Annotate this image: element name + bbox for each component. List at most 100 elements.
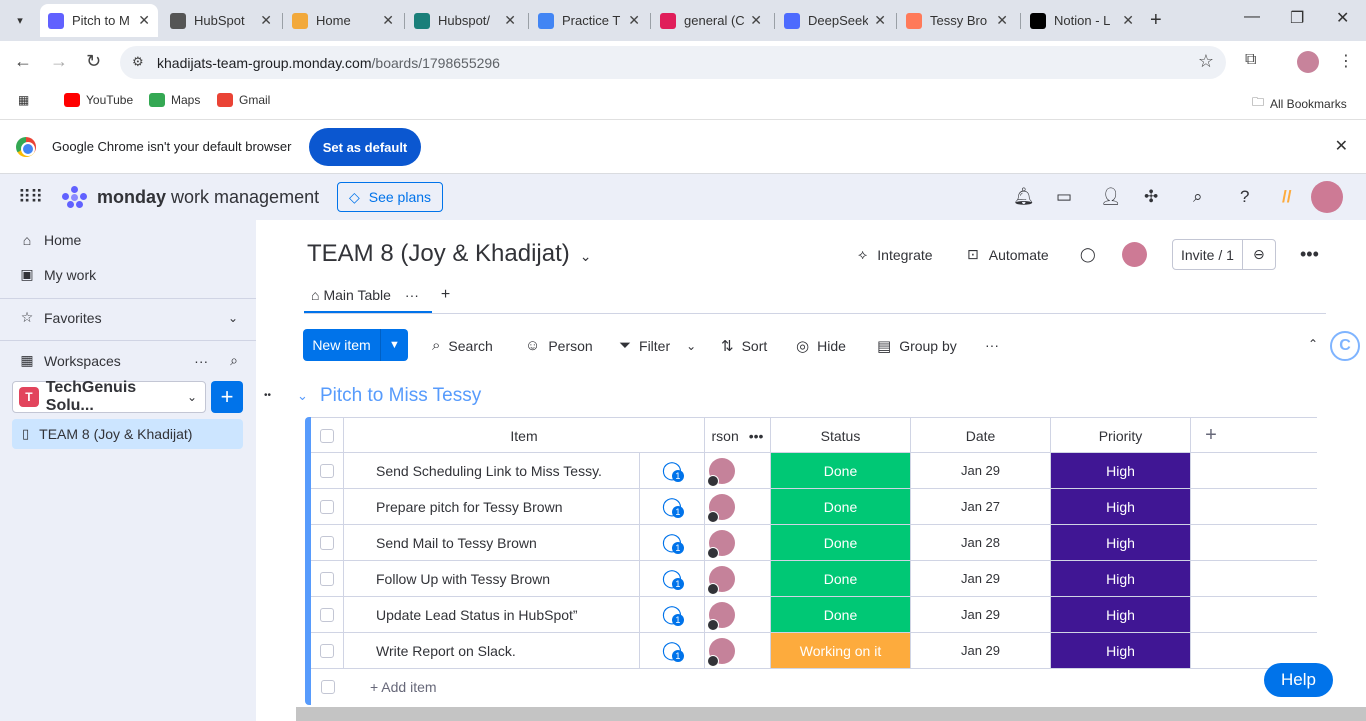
priority-cell[interactable]: High	[1051, 525, 1191, 560]
copy-link-icon[interactable]: ⊖	[1243, 246, 1275, 263]
help-question-icon[interactable]: ?	[1240, 187, 1249, 207]
monday-apps-icon[interactable]: //	[1282, 187, 1291, 207]
tab-close-icon[interactable]: ✕	[750, 12, 762, 29]
row-checkbox[interactable]	[320, 499, 334, 514]
window-close-icon[interactable]: ✕	[1336, 8, 1349, 28]
minimize-icon[interactable]: —	[1244, 8, 1260, 26]
integrations-puzzle-icon[interactable]: ✣	[1144, 187, 1158, 207]
search-button[interactable]: ⌕ Search	[432, 337, 493, 354]
chevron-down-icon[interactable]: ⌄	[686, 339, 696, 353]
group-by-button[interactable]: ▤ Group by	[877, 337, 957, 355]
sidebar-item-favorites[interactable]: ☆ Favorites ⌄	[18, 309, 238, 326]
date-cell[interactable]: Jan 29	[911, 453, 1051, 488]
tab-search-icon[interactable]: ▾	[8, 8, 32, 32]
chrome-profile-avatar[interactable]	[1297, 51, 1319, 73]
priority-cell[interactable]: High	[1051, 561, 1191, 596]
item-name-cell[interactable]: Send Scheduling Link to Miss Tessy.	[344, 453, 640, 488]
row-checkbox[interactable]	[320, 571, 334, 586]
help-button[interactable]: Help	[1264, 663, 1333, 697]
browser-tab[interactable]: Hubspot/ ✕	[406, 4, 524, 37]
bookmark-gmail[interactable]: Gmail	[217, 93, 270, 107]
person-filter-button[interactable]: ☺ Person	[525, 337, 593, 354]
group-title[interactable]: Pitch to Miss Tessy	[320, 385, 481, 407]
tab-close-icon[interactable]: ✕	[628, 12, 640, 29]
column-date[interactable]: Date	[911, 418, 1051, 453]
automate-button[interactable]: ⊡ Automate	[967, 246, 1049, 263]
updates-chat-icon[interactable]: ◯	[1080, 246, 1096, 263]
browser-tab[interactable]: DeepSeek ✕	[776, 4, 894, 37]
browser-tab[interactable]: Home ✕	[284, 4, 402, 37]
date-cell[interactable]: Jan 28	[911, 525, 1051, 560]
extensions-icon[interactable]: ⧉	[1245, 51, 1256, 69]
search-icon[interactable]: ⌕	[1193, 187, 1203, 207]
invite-members-icon[interactable]: 👤︎	[1100, 187, 1122, 207]
date-cell[interactable]: Jan 29	[911, 597, 1051, 632]
tab-main-table[interactable]: ⌂ Main Table ··· +	[311, 286, 450, 304]
more-horizontal-icon[interactable]: ···	[194, 353, 208, 369]
item-name-cell[interactable]: Update Lead Status in HubSpot”	[344, 597, 640, 632]
updates-cell[interactable]: ◯ 1	[640, 489, 705, 524]
priority-cell[interactable]: High	[1051, 633, 1191, 668]
column-more-icon[interactable]: •••	[749, 428, 764, 444]
tab-close-icon[interactable]: ✕	[260, 12, 272, 29]
select-all-checkbox[interactable]	[320, 428, 334, 443]
person-cell[interactable]	[705, 633, 771, 668]
browser-tab[interactable]: Practice T ✕	[530, 4, 648, 37]
toolbar-more-icon[interactable]: ···	[985, 337, 999, 353]
browser-tab[interactable]: Tessy Bro ✕	[898, 4, 1016, 37]
person-cell[interactable]	[705, 561, 771, 596]
table-row[interactable]: Prepare pitch for Tessy Brown ◯ 1 Done Jan 2…	[311, 489, 1317, 525]
group-more-icon[interactable]: ••	[264, 390, 271, 401]
sidebar-item-board[interactable]: ▯ TEAM 8 (Joy & Khadijat)	[12, 419, 243, 449]
set-as-default-button[interactable]: Set as default	[309, 128, 421, 166]
new-tab-plus-icon[interactable]: +	[1150, 9, 1162, 32]
person-cell[interactable]	[705, 489, 771, 524]
tab-close-icon[interactable]: ✕	[504, 12, 516, 29]
person-cell[interactable]	[705, 453, 771, 488]
monday-logo[interactable]: monday work management	[62, 186, 319, 208]
row-checkbox[interactable]	[320, 607, 334, 622]
invite-button[interactable]: Invite / 1 ⊖	[1172, 239, 1276, 270]
apps-grid-icon[interactable]: ▦	[18, 93, 29, 107]
date-cell[interactable]: Jan 29	[911, 633, 1051, 668]
table-row[interactable]: Send Scheduling Link to Miss Tessy. ◯ 1 Don…	[311, 453, 1317, 489]
chrome-menu-icon[interactable]: ⋮	[1338, 51, 1354, 71]
status-cell[interactable]: Done	[771, 489, 911, 524]
priority-cell[interactable]: High	[1051, 489, 1191, 524]
hide-button[interactable]: ◎ Hide	[796, 337, 846, 355]
column-status[interactable]: Status	[771, 418, 911, 453]
item-name-cell[interactable]: Prepare pitch for Tessy Brown	[344, 489, 640, 524]
tab-close-icon[interactable]: ✕	[138, 12, 150, 29]
status-cell[interactable]: Done	[771, 597, 911, 632]
new-item-button[interactable]: New item ▼	[303, 329, 408, 361]
chevron-down-icon[interactable]: ▼	[380, 329, 408, 361]
infobar-close-icon[interactable]: ✕	[1335, 136, 1348, 156]
inbox-icon[interactable]: ▭	[1056, 187, 1072, 207]
site-info-icon[interactable]: ⚙	[132, 54, 144, 70]
floating-widget-icon[interactable]: C	[1330, 331, 1360, 361]
add-view-icon[interactable]: +	[441, 286, 450, 304]
item-name-cell[interactable]: Follow Up with Tessy Brown	[344, 561, 640, 596]
integrate-button[interactable]: ⟡ Integrate	[858, 246, 933, 263]
column-person[interactable]: rson •••	[705, 418, 771, 453]
item-name-cell[interactable]: Write Report on Slack.	[344, 633, 640, 668]
maximize-icon[interactable]: ❐	[1290, 8, 1304, 28]
bookmark-maps[interactable]: Maps	[149, 93, 200, 107]
item-name-cell[interactable]: Send Mail to Tessy Brown	[344, 525, 640, 560]
browser-tab[interactable]: HubSpot ✕	[162, 4, 280, 37]
column-priority[interactable]: Priority	[1051, 418, 1191, 453]
workspace-selector[interactable]: T TechGenuis Solu... ⌄	[12, 379, 206, 414]
updates-cell[interactable]: ◯ 1	[640, 561, 705, 596]
row-checkbox[interactable]	[320, 643, 334, 658]
status-cell[interactable]: Done	[771, 525, 911, 560]
board-member-avatar[interactable]	[1122, 242, 1147, 267]
app-switcher-icon[interactable]: ⠿⠿	[18, 187, 43, 208]
add-item-label[interactable]: + Add item	[370, 679, 437, 695]
status-cell[interactable]: Working on it	[771, 633, 911, 668]
see-plans-button[interactable]: ◇ See plans	[337, 182, 443, 212]
person-cell[interactable]	[705, 597, 771, 632]
table-row[interactable]: Write Report on Slack. ◯ 1 Working on it Jan…	[311, 633, 1317, 669]
updates-cell[interactable]: ◯ 1	[640, 633, 705, 668]
date-cell[interactable]: Jan 27	[911, 489, 1051, 524]
add-column-icon[interactable]: +	[1191, 418, 1231, 453]
